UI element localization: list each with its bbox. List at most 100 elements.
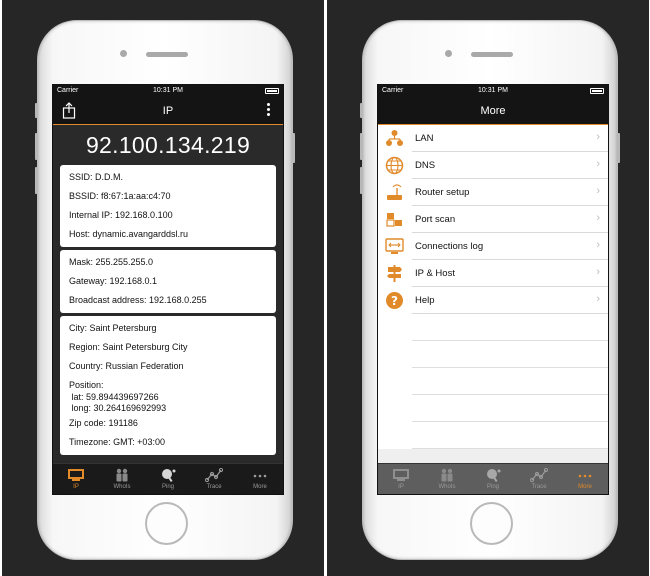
mask-value: Mask: 255.255.255.0 bbox=[69, 257, 154, 267]
city-value: City: Saint Petersburg bbox=[69, 323, 157, 333]
tab-ip[interactable]: IP bbox=[53, 464, 99, 494]
zip-value: Zip code: 191186 bbox=[69, 418, 138, 428]
host-value: Host: dynamic.avangarddsl.ru bbox=[69, 229, 189, 239]
empty-row bbox=[412, 368, 608, 395]
help-icon: ? bbox=[386, 292, 403, 309]
tab-ping[interactable]: Ping bbox=[145, 464, 191, 494]
tab-whois[interactable]: WhoIs bbox=[99, 464, 145, 494]
nav-bar: More bbox=[378, 97, 608, 125]
nav-bar: IP bbox=[53, 97, 283, 125]
empty-row bbox=[412, 314, 608, 341]
home-button[interactable] bbox=[145, 502, 188, 545]
tab-more-label: More bbox=[253, 484, 267, 490]
menu-item-label: DNS bbox=[415, 160, 436, 171]
monitor-icon bbox=[68, 469, 84, 481]
front-camera bbox=[120, 50, 127, 57]
chevron-right-icon: › bbox=[596, 158, 600, 170]
chevron-right-icon: › bbox=[596, 212, 600, 224]
empty-row bbox=[412, 341, 608, 368]
latitude-value: lat: 59.894439697266 bbox=[69, 392, 159, 402]
people-icon bbox=[116, 468, 128, 482]
trace-route-icon bbox=[530, 468, 548, 482]
page-title: IP bbox=[162, 105, 174, 117]
svg-text:?: ? bbox=[391, 294, 398, 308]
tab-more[interactable]: More bbox=[562, 464, 608, 494]
empty-row bbox=[412, 422, 608, 449]
power-button bbox=[292, 133, 295, 163]
empty-row bbox=[412, 395, 608, 422]
tab-trace-label: Trace bbox=[206, 484, 222, 490]
broadcast-value: Broadcast address: 192.168.0.255 bbox=[69, 295, 207, 305]
more-dots-icon bbox=[253, 474, 267, 478]
page-title: More bbox=[480, 105, 506, 117]
menu-item-dns[interactable]: DNS › bbox=[385, 152, 608, 179]
phone-frame: Carrier 10:31 PM IP 92.100.134.219 SSID:… bbox=[35, 20, 295, 560]
menu-item-connections-log[interactable]: Connections log › bbox=[385, 233, 608, 260]
subnet-info-card: Mask: 255.255.255.0 Gateway: 192.168.0.1… bbox=[60, 250, 276, 313]
earpiece-speaker bbox=[146, 52, 188, 57]
battery-icon bbox=[590, 88, 604, 94]
longitude-value: long: 30.264169692993 bbox=[69, 403, 167, 413]
bssid-value: BSSID: f8:67:1a:aa:c4:70 bbox=[69, 191, 171, 201]
chevron-right-icon: › bbox=[596, 293, 600, 305]
battery-icon bbox=[265, 88, 279, 94]
volume-down-button bbox=[360, 167, 363, 194]
status-bar: Carrier 10:31 PM bbox=[378, 85, 608, 97]
phone-frame: Carrier 10:31 PM More LAN › DNS › Router… bbox=[360, 20, 620, 560]
tab-ip-label: IP bbox=[73, 484, 79, 490]
ping-pong-icon bbox=[487, 469, 501, 482]
tab-ping[interactable]: Ping bbox=[470, 464, 516, 494]
tab-ping-label: Ping bbox=[486, 484, 499, 490]
more-dots-icon bbox=[578, 474, 592, 478]
menu-item-lan[interactable]: LAN › bbox=[386, 125, 608, 152]
menu-item-label: IP & Host bbox=[415, 268, 455, 279]
geo-info-card: City: Saint Petersburg Region: Saint Pet… bbox=[60, 316, 276, 455]
menu-item-port-scan[interactable]: Port scan › bbox=[386, 206, 608, 233]
tab-ping-label: Ping bbox=[161, 484, 174, 490]
tab-whois[interactable]: WhoIs bbox=[424, 464, 470, 494]
clock: 10:31 PM bbox=[153, 87, 183, 94]
home-button[interactable] bbox=[470, 502, 513, 545]
globe-icon bbox=[385, 156, 404, 175]
internal-ip-value: Internal IP: 192.168.0.100 bbox=[69, 210, 173, 220]
chevron-right-icon: › bbox=[596, 239, 600, 251]
tab-more-label: More bbox=[578, 484, 592, 490]
tab-trace-label: Trace bbox=[531, 484, 547, 490]
tab-bar: IP WhoIs Ping Trace More bbox=[378, 463, 608, 494]
more-menu-list: LAN › DNS › Router setup › Port scan › C… bbox=[378, 125, 608, 449]
power-button bbox=[617, 133, 620, 163]
menu-item-ip-host[interactable]: IP & Host › bbox=[387, 260, 608, 287]
front-camera bbox=[445, 50, 452, 57]
signpost-icon bbox=[387, 265, 402, 282]
mute-switch bbox=[360, 103, 363, 118]
menu-item-label: LAN bbox=[415, 133, 434, 144]
router-icon bbox=[387, 184, 402, 200]
tab-ip[interactable]: IP bbox=[378, 464, 424, 494]
trace-route-icon bbox=[205, 468, 223, 482]
gateway-value: Gateway: 192.168.0.1 bbox=[69, 276, 158, 286]
lan-icon bbox=[386, 130, 403, 146]
tab-whois-label: WhoIs bbox=[438, 484, 456, 490]
tab-trace[interactable]: Trace bbox=[191, 464, 237, 494]
menu-item-help[interactable]: ? Help › bbox=[386, 287, 608, 314]
screen: Carrier 10:31 PM IP 92.100.134.219 SSID:… bbox=[52, 84, 284, 495]
volume-up-button bbox=[360, 133, 363, 160]
timezone-value: Timezone: GMT: +03:00 bbox=[69, 437, 165, 447]
public-ip-address: 92.100.134.219 bbox=[85, 132, 251, 158]
tab-more[interactable]: More bbox=[237, 464, 283, 494]
people-icon bbox=[441, 468, 453, 482]
menu-item-router-setup[interactable]: Router setup › bbox=[387, 179, 608, 206]
volume-up-button bbox=[35, 133, 38, 160]
port-scan-icon bbox=[386, 213, 402, 227]
menu-item-label: Router setup bbox=[415, 187, 470, 198]
volume-down-button bbox=[35, 167, 38, 194]
connections-log-icon bbox=[385, 238, 404, 254]
position-label: Position: bbox=[69, 380, 104, 390]
earpiece-speaker bbox=[471, 52, 513, 57]
overflow-menu-icon[interactable] bbox=[267, 103, 271, 117]
menu-item-label: Connections log bbox=[415, 241, 484, 252]
tab-trace[interactable]: Trace bbox=[516, 464, 562, 494]
clock: 10:31 PM bbox=[478, 87, 508, 94]
region-value: Region: Saint Petersburg City bbox=[69, 342, 188, 352]
tab-ip-label: IP bbox=[398, 484, 404, 490]
